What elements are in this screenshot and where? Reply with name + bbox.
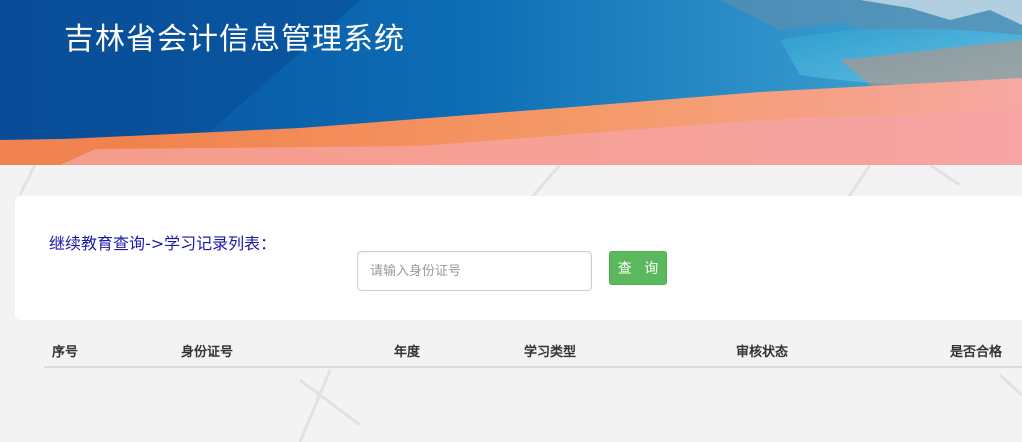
column-header-qualified: 是否合格 [950, 345, 1003, 360]
records-table-header: 序号 身份证号 年度 学习类型 审核状态 是否合格 [44, 332, 1022, 368]
page: 吉林省会计信息管理系统 继续教育查询->学习记录列表： 查 询 序号 身份证号 … [0, 0, 1022, 442]
search-panel: 继续教育查询->学习记录列表： 查 询 [15, 196, 1022, 320]
header-banner: 吉林省会计信息管理系统 [0, 0, 1022, 165]
column-header-id-number: 身份证号 [181, 345, 234, 360]
id-number-input[interactable] [357, 251, 592, 291]
query-button[interactable]: 查 询 [609, 251, 667, 285]
breadcrumb: 继续教育查询->学习记录列表： [49, 234, 277, 253]
column-header-year: 年度 [394, 345, 421, 360]
app-title: 吉林省会计信息管理系统 [64, 22, 405, 57]
column-header-study-type: 学习类型 [524, 345, 577, 360]
column-header-index: 序号 [52, 345, 79, 360]
column-header-review-status: 审核状态 [736, 345, 789, 360]
